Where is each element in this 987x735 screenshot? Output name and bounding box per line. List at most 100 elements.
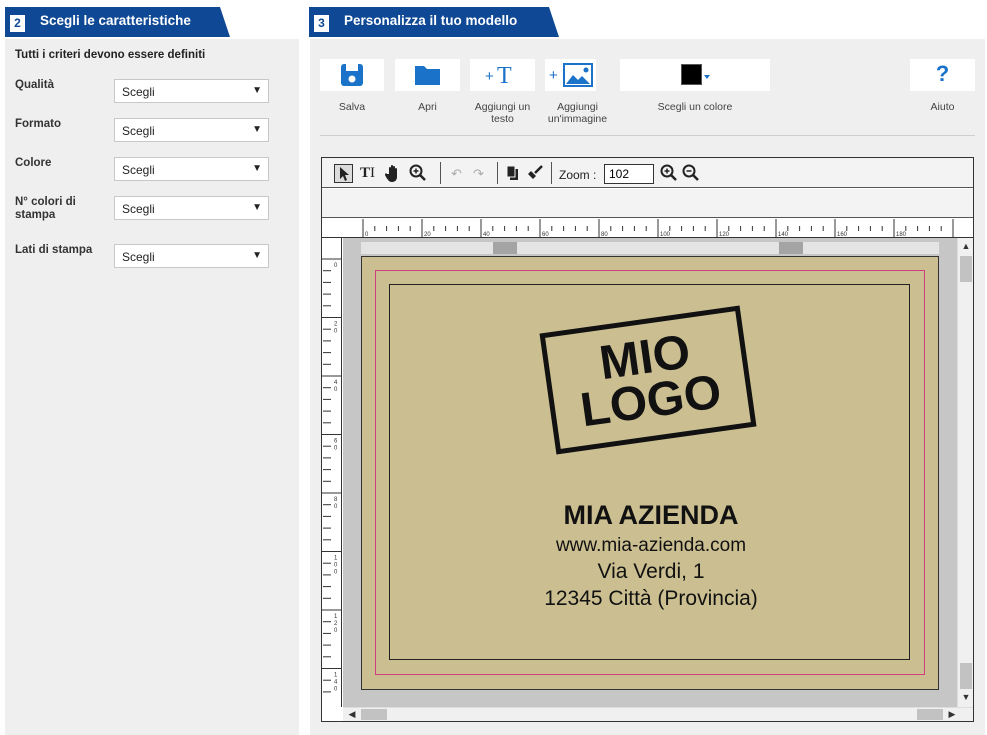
toolbar-divider [320,135,975,136]
scroll-thumb-lower [960,663,972,689]
step-title: Personalizza il tuo modello [344,13,518,28]
undo-icon[interactable]: ↶ [447,164,466,183]
print-colors-select[interactable]: Scegli ▼ [114,196,269,220]
help-label: Aiuto [930,101,955,113]
criterion-label: N° colori di stampa [15,196,76,221]
horizontal-scrollbar[interactable]: ◀ ▶ [343,707,973,721]
ruler-v-label: 1 [334,556,338,562]
ruler-v-label: 1 [334,673,338,679]
ruler-v-label: 6 [334,439,338,445]
design-canvas[interactable]: MIO LOGO MIA AZIENDA www.mia-azienda.com… [343,238,957,707]
chevron-down-icon [704,75,710,79]
ruler-v-label: 0 [334,504,338,510]
ruler-v-label: 2 [334,322,338,328]
logo-text-line: LOGO [577,365,725,438]
quality-select[interactable]: Scegli ▼ [114,79,269,103]
select-pointer-icon[interactable] [334,164,353,183]
color-select[interactable]: Scegli ▼ [114,157,269,181]
scroll-up-arrow-icon[interactable]: ▲ [959,240,973,252]
format-select[interactable]: Scegli ▼ [114,118,269,142]
scroll-down-arrow-icon[interactable]: ▼ [959,691,973,703]
scroll-thumb[interactable] [361,709,387,720]
vertical-ruler: 020406080100120140 [322,238,342,707]
add-image-button[interactable]: + [545,59,596,91]
select-value: Scegli [122,250,155,264]
zoom-in-icon[interactable] [659,164,678,183]
dropdown-arrow-icon: ▼ [252,124,262,135]
open-button[interactable] [395,59,460,91]
select-value: Scegli [122,85,155,99]
svg-text:+: + [549,67,558,84]
city-text[interactable]: 12345 Città (Provincia) [362,587,940,611]
ruler-v-label: 1 [334,614,338,620]
guide-track [361,242,939,254]
label-preview: MIO LOGO MIA AZIENDA www.mia-azienda.com… [361,256,939,690]
svg-text:T: T [497,63,512,89]
ruler-v-label: 0 [334,263,338,269]
ruler-v-label: 8 [334,497,338,503]
characteristics-panel: Tutti i criteri devono essere definiti Q… [5,39,299,735]
select-value: Scegli [122,124,155,138]
choose-color-button[interactable] [620,59,770,91]
zoom-label: Zoom : [559,168,597,182]
step-number: 3 [314,15,329,32]
website-text[interactable]: www.mia-azienda.com [362,535,940,557]
format-brush-icon[interactable] [525,164,544,183]
ruler-v-label: 2 [334,621,338,627]
zoom-out-icon[interactable] [681,164,700,183]
criterion-label: Lati di stampa [15,244,93,256]
dropdown-arrow-icon: ▼ [252,163,262,174]
criterion-label: Formato [15,118,61,130]
guide-handle[interactable] [493,242,517,254]
add-image-icon: + [549,63,593,87]
ruler-v-label: 0 [334,563,338,569]
ruler-v-label: 4 [334,380,338,386]
horizontal-ruler: 0 20 40 60 80 100 120 140 160 180 [322,219,973,238]
ruler-v-label: 0 [334,387,338,393]
street-text[interactable]: Via Verdi, 1 [362,560,940,584]
copy-icon[interactable] [503,164,522,183]
scroll-thumb[interactable] [960,256,972,282]
zoom-tool-icon[interactable] [408,164,427,183]
editor-options-bar [322,189,973,218]
add-text-icon: + T [485,63,512,89]
svg-text:+: + [485,68,494,85]
color-swatch-icon [681,64,702,85]
print-sides-select[interactable]: Scegli ▼ [114,244,269,268]
ruler-v-label: 4 [334,680,338,686]
select-value: Scegli [122,163,155,177]
text-tool-icon[interactable]: TI [358,164,377,183]
ruler-v-label: 0 [334,329,338,335]
guide-handle[interactable] [779,242,803,254]
add-image-label: Aggiungi un'immagine [547,101,608,125]
step-title: Scegli le caratteristiche [40,13,191,28]
designer-page: 2 Scegli le caratteristiche 3 Personaliz… [0,0,987,735]
zoom-input[interactable]: 102 [604,164,654,184]
open-label: Apri [418,101,437,113]
editor-toolbar: TI ↶ ↷ Zoom : 102 [322,158,973,188]
choose-color-label: Scegli un colore [657,101,733,113]
criterion-label: Qualità [15,79,54,91]
help-button[interactable]: ? [910,59,975,91]
label-editor: TI ↶ ↷ Zoom : 102 0 20 40 60 80 100 120 … [321,157,974,722]
dropdown-arrow-icon: ▼ [252,202,262,213]
vertical-scrollbar[interactable]: ▲ ▼ [957,238,973,707]
save-label: Salva [338,101,366,113]
select-value: Scegli [122,202,155,216]
add-text-label: Aggiungi un testo [474,101,531,125]
step-2-header: 2 Scegli le caratteristiche [5,7,230,37]
ruler-v-label: 0 [334,628,338,634]
company-name-text[interactable]: MIA AZIENDA [362,500,940,531]
redo-icon[interactable]: ↷ [469,164,488,183]
add-text-button[interactable]: + T [470,59,535,91]
scroll-right-arrow-icon[interactable]: ▶ [946,708,958,720]
scroll-left-arrow-icon[interactable]: ◀ [346,708,358,720]
floppy-disk-icon [341,64,363,86]
ruler-v-label: 0 [334,687,338,693]
help-icon: ? [935,61,950,86]
pan-hand-icon[interactable] [384,164,403,183]
save-button[interactable] [320,59,384,91]
criterion-label: Colore [15,157,52,169]
scroll-thumb-right [917,709,943,720]
folder-icon [415,66,440,85]
